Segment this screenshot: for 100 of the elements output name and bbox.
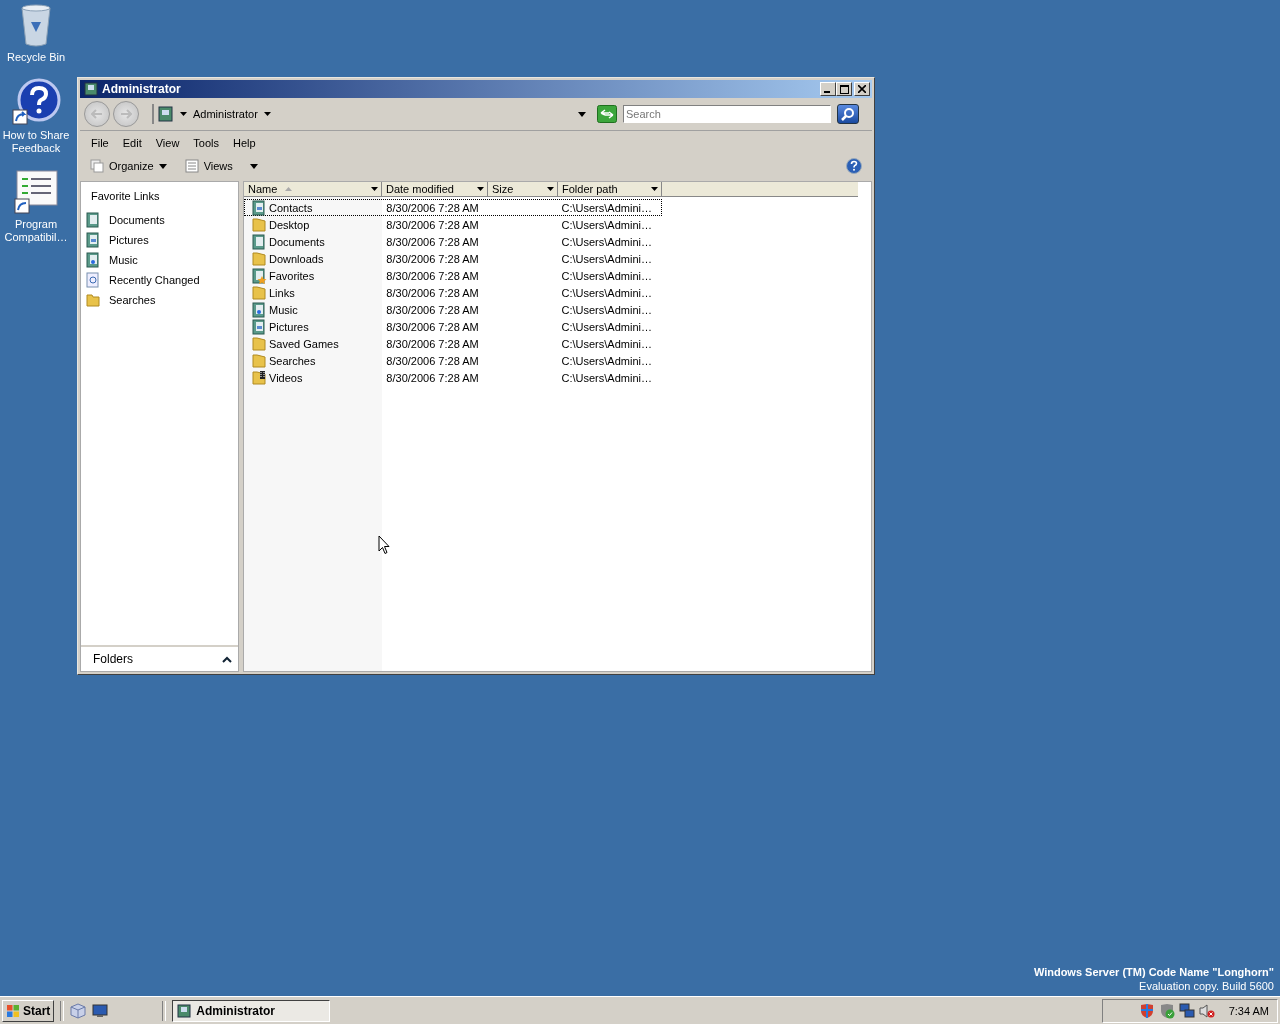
folder-path-cell: C:\Users\Admini… (561, 320, 652, 333)
network-icon[interactable] (1178, 1002, 1195, 1019)
date-modified-cell: 8/30/2006 7:28 AM (386, 320, 479, 333)
search-field[interactable]: Search (623, 105, 831, 123)
menu-item[interactable]: Tools (186, 135, 227, 151)
recycle-bin-icon[interactable] (19, 2, 53, 48)
file-name: Contacts (269, 201, 313, 214)
stacked-pages-icon (90, 159, 104, 173)
help-shortcut-icon[interactable] (11, 78, 61, 126)
column-header[interactable]: Name (244, 182, 382, 197)
folder-path-cell: C:\Users\Admini… (561, 269, 652, 282)
file-name: Favorites (269, 269, 315, 282)
favorite-link[interactable]: Searches (109, 294, 156, 306)
favorite-link[interactable]: Pictures (109, 234, 149, 246)
dropdown-caret-icon[interactable] (651, 187, 658, 191)
search-button[interactable] (837, 104, 859, 124)
file-row[interactable]: Desktop 8/30/2006 7:28 AM C:\Users\Admini… (244, 216, 662, 233)
file-row[interactable]: Searches 8/30/2006 7:28 AM C:\Users\Admini… (244, 352, 662, 369)
window-title: Administrator (102, 82, 181, 96)
folder-path-cell: C:\Users\Admini… (561, 354, 652, 367)
desktop-icon-label[interactable]: Recycle Bin (1, 51, 71, 64)
dropdown-caret-icon[interactable] (371, 187, 378, 191)
dropdown-caret-icon[interactable] (547, 187, 554, 191)
desktop-icon-label[interactable]: How to Share Feedback (1, 129, 71, 155)
menu-item[interactable]: View (148, 135, 187, 151)
list-view-icon (184, 159, 199, 173)
folder-path-cell: C:\Users\Admini… (561, 252, 652, 265)
clock[interactable]: 7:34 AM (1228, 1004, 1269, 1017)
chevron-up-icon[interactable] (222, 655, 232, 663)
caret-icon (158, 163, 167, 169)
sort-arrow-icon (285, 187, 293, 191)
desktop-icon-label[interactable]: Program Compatibil… (1, 218, 71, 244)
favorite-link[interactable]: Documents (109, 214, 165, 226)
program-list-shortcut-icon[interactable] (13, 169, 59, 215)
address-bar[interactable]: Administrator (152, 104, 590, 124)
dropdown-caret-icon[interactable] (477, 187, 484, 191)
date-modified-cell: 8/30/2006 7:28 AM (386, 286, 479, 299)
music-note-icon (251, 301, 267, 318)
file-row[interactable]: Saved Games 8/30/2006 7:28 AM C:\Users\Admini… (244, 335, 662, 352)
speaker-muted-icon[interactable] (1198, 1002, 1215, 1019)
favorite-link[interactable]: Music (109, 254, 138, 266)
organize-button[interactable]: Organize (86, 157, 171, 175)
shield-icon[interactable] (1138, 1002, 1155, 1019)
caret-icon[interactable] (263, 112, 271, 116)
folder-path-cell: C:\Users\Admini… (561, 371, 652, 384)
folder-icon (251, 216, 267, 233)
help-icon[interactable] (846, 158, 862, 174)
picture-icon (85, 232, 101, 248)
file-row[interactable]: Music 8/30/2006 7:28 AM C:\Users\Admini… (244, 301, 662, 318)
column-header[interactable]: Size (488, 182, 558, 197)
dropdown-caret-icon[interactable] (578, 111, 586, 117)
date-modified-cell: 8/30/2006 7:28 AM (386, 354, 479, 367)
date-modified-cell: 8/30/2006 7:28 AM (386, 371, 479, 384)
caret-icon[interactable] (180, 112, 187, 116)
file-row[interactable]: Contacts 8/30/2006 7:28 AM C:\Users\Admini… (244, 199, 662, 216)
close-button[interactable] (854, 82, 870, 96)
file-row[interactable]: Pictures 8/30/2006 7:28 AM C:\Users\Admini… (244, 318, 662, 335)
search-icon (841, 107, 855, 121)
windows-flag-icon (6, 1003, 20, 1018)
menu-item[interactable]: File (84, 135, 116, 151)
folder-path-cell: C:\Users\Admini… (561, 218, 652, 231)
favorite-link[interactable]: Recently Changed (109, 274, 200, 286)
monitor-icon[interactable] (92, 1002, 109, 1019)
file-row[interactable]: Downloads 8/30/2006 7:28 AM C:\Users\Admini… (244, 250, 662, 267)
folder-path-cell: C:\Users\Admini… (561, 337, 652, 350)
file-row[interactable]: Links 8/30/2006 7:28 AM C:\Users\Admini… (244, 284, 662, 301)
folder-icon (251, 284, 267, 301)
back-arrow-icon (91, 109, 103, 119)
menu-item[interactable]: Edit (115, 135, 149, 151)
minimize-button[interactable] (820, 82, 836, 96)
section-heading: Favorite Links (90, 190, 161, 204)
menu-item[interactable]: Help (226, 135, 263, 151)
folder-path-cell: C:\Users\Admini… (561, 286, 652, 299)
folder-path-cell: C:\Users\Admini… (561, 303, 652, 316)
taskbar-button[interactable]: Administrator (172, 999, 331, 1022)
cube-icon[interactable] (70, 1002, 87, 1019)
file-name: Videos (269, 371, 303, 384)
star-folder-icon (251, 267, 267, 284)
date-modified-cell: 8/30/2006 7:28 AM (386, 218, 479, 231)
file-row[interactable]: Documents 8/30/2006 7:28 AM C:\Users\Admini… (244, 233, 662, 250)
start-button[interactable]: Start (2, 999, 55, 1022)
column-header[interactable]: Folder path (558, 182, 662, 197)
maximize-icon (839, 84, 849, 94)
date-modified-cell: 8/30/2006 7:28 AM (386, 269, 479, 282)
shield-check-icon[interactable] (1158, 1002, 1175, 1019)
file-row[interactable]: Favorites 8/30/2006 7:28 AM C:\Users\Admini… (244, 267, 662, 284)
column-header[interactable]: Date modified (382, 182, 488, 197)
file-name: Saved Games (269, 337, 339, 350)
breadcrumb-link[interactable]: Administrator (193, 108, 258, 120)
folder-icon (251, 250, 267, 267)
file-row[interactable]: Videos 8/30/2006 7:28 AM C:\Users\Admini… (244, 369, 662, 386)
file-name: Desktop (269, 218, 310, 231)
refresh-icon[interactable] (597, 105, 617, 123)
document-icon (251, 233, 267, 250)
folder-icon (251, 335, 267, 352)
maximize-button[interactable] (836, 82, 852, 96)
contact-book-icon (177, 1003, 192, 1018)
folders-bar[interactable]: Folders (81, 645, 238, 671)
picture-icon (251, 318, 267, 335)
views-button[interactable]: Views (180, 157, 262, 175)
